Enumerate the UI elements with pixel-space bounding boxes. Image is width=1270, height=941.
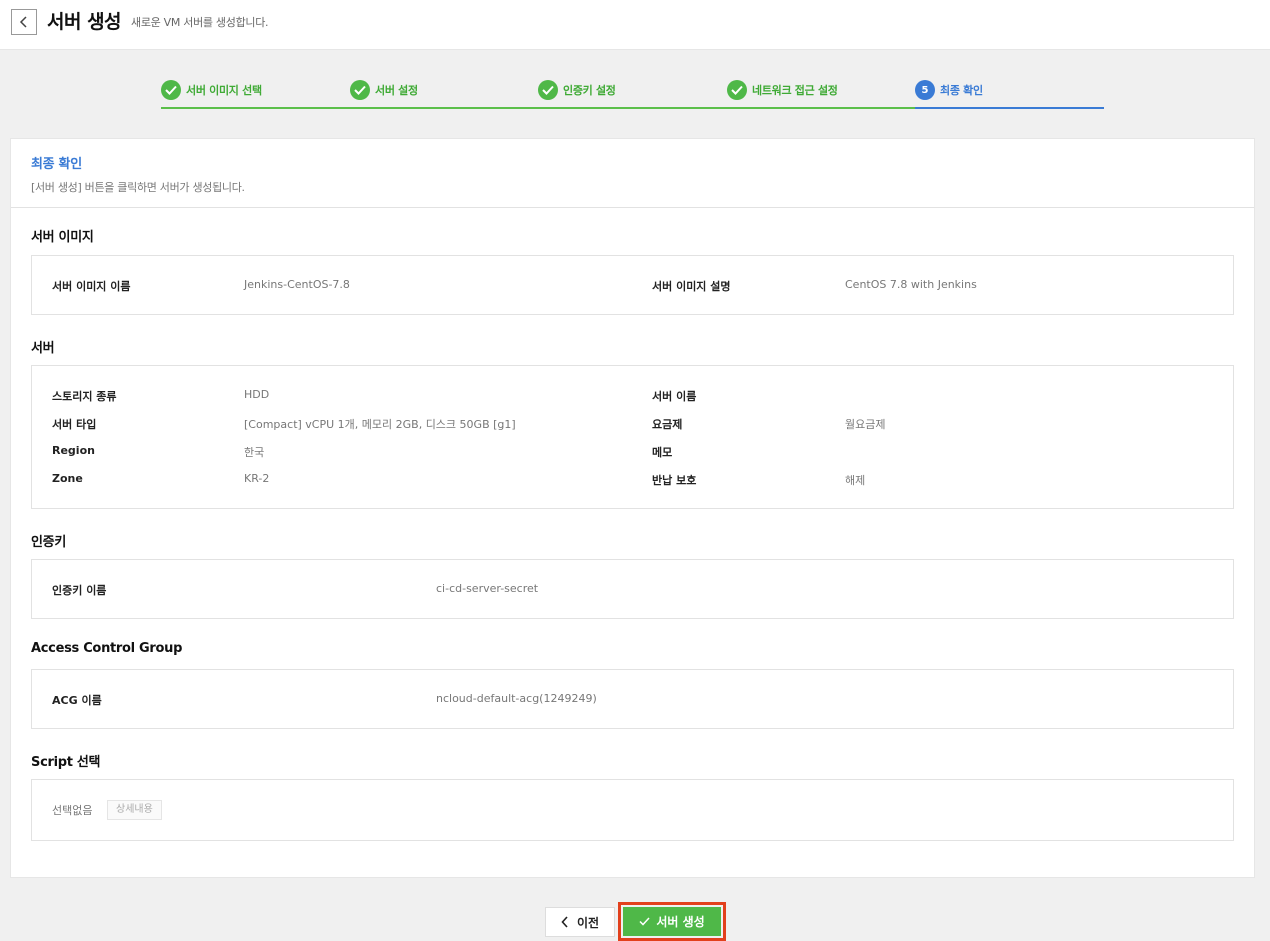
- prev-button-label: 이전: [576, 915, 600, 930]
- page-title: 서버 생성: [47, 11, 122, 33]
- step-number-badge: 5: [915, 80, 935, 100]
- step-label: 서버 설정: [375, 84, 418, 97]
- check-icon: [538, 80, 558, 100]
- storage-type-label: 스토리지 종류: [52, 390, 117, 403]
- plan-value: 월요금제: [845, 418, 886, 431]
- memo-label: 메모: [652, 446, 673, 459]
- chevron-left-icon: [19, 16, 27, 28]
- server-image-name-value: Jenkins-CentOS-7.8: [244, 278, 350, 291]
- acg-name-value: ncloud-default-acg(1249249): [436, 692, 597, 705]
- section-title-server-image: 서버 이미지: [31, 230, 94, 245]
- prev-button[interactable]: 이전: [545, 907, 615, 937]
- check-icon: [639, 917, 650, 926]
- page-subtitle: 새로운 VM 서버를 생성합니다.: [131, 16, 269, 29]
- step-label: 최종 확인: [940, 84, 983, 97]
- step-server-image[interactable]: 서버 이미지 선택: [161, 78, 350, 109]
- auth-key-name-label: 인증키 이름: [52, 584, 107, 597]
- termination-protection-value: 해제: [845, 474, 866, 487]
- section-title-auth-key: 인증키: [31, 535, 66, 550]
- section-title-acg: Access Control Group: [31, 641, 183, 656]
- script-box: 선택없음 상세내용: [31, 779, 1234, 841]
- server-image-desc-label: 서버 이미지 설명: [652, 280, 731, 293]
- termination-protection-label: 반납 보호: [652, 474, 697, 487]
- step-label: 인증키 설정: [563, 84, 616, 97]
- zone-value: KR-2: [244, 472, 270, 485]
- server-type-value: [Compact] vCPU 1개, 메모리 2GB, 디스크 50GB [g1…: [244, 418, 516, 431]
- step-final-confirm[interactable]: 5 최종 확인: [915, 78, 1104, 109]
- check-icon: [161, 80, 181, 100]
- auth-key-box: 인증키 이름 ci-cd-server-secret: [31, 559, 1234, 619]
- step-auth-key[interactable]: 인증키 설정: [538, 78, 727, 109]
- server-name-label: 서버 이름: [652, 390, 697, 403]
- step-label: 서버 이미지 선택: [186, 84, 262, 97]
- server-image-name-label: 서버 이미지 이름: [52, 280, 131, 293]
- create-button-highlight: 서버 생성: [618, 902, 726, 941]
- header-bar: 서버 생성 새로운 VM 서버를 생성합니다.: [0, 0, 1270, 50]
- step-server-settings[interactable]: 서버 설정: [350, 78, 539, 109]
- acg-name-label: ACG 이름: [52, 694, 102, 707]
- create-server-button[interactable]: 서버 생성: [623, 907, 721, 936]
- panel-header: 최종 확인 [서버 생성] 버튼을 클릭하면 서버가 생성됩니다.: [11, 139, 1254, 208]
- panel-title: 최종 확인: [31, 157, 82, 172]
- wizard-stepper: 서버 이미지 선택 서버 설정 인증키 설정 네트워크 접근 설정 5 최종 확…: [161, 78, 1104, 109]
- server-box: 스토리지 종류 HDD 서버 타입 [Compact] vCPU 1개, 메모리…: [31, 365, 1234, 509]
- region-label: Region: [52, 444, 95, 457]
- zone-label: Zone: [52, 472, 83, 485]
- server-image-desc-value: CentOS 7.8 with Jenkins: [845, 278, 977, 291]
- check-icon: [350, 80, 370, 100]
- create-server-label: 서버 생성: [656, 915, 705, 929]
- region-value: 한국: [244, 446, 265, 459]
- script-detail-button[interactable]: 상세내용: [107, 800, 162, 820]
- server-image-box: 서버 이미지 이름 Jenkins-CentOS-7.8 서버 이미지 설명 C…: [31, 255, 1234, 315]
- acg-box: ACG 이름 ncloud-default-acg(1249249): [31, 669, 1234, 729]
- plan-label: 요금제: [652, 418, 683, 431]
- script-value: 선택없음: [52, 804, 93, 817]
- server-type-label: 서버 타입: [52, 418, 97, 431]
- section-title-script: Script 선택: [31, 755, 101, 770]
- step-label: 네트워크 접근 설정: [752, 84, 838, 97]
- storage-type-value: HDD: [244, 388, 270, 401]
- final-confirm-panel: 최종 확인 [서버 생성] 버튼을 클릭하면 서버가 생성됩니다. 서버 이미지…: [10, 138, 1255, 878]
- step-network-access[interactable]: 네트워크 접근 설정: [727, 78, 916, 109]
- back-button[interactable]: [11, 9, 37, 35]
- auth-key-name-value: ci-cd-server-secret: [436, 582, 539, 595]
- check-icon: [727, 80, 747, 100]
- chevron-left-icon: [561, 916, 568, 928]
- section-title-server: 서버: [31, 341, 55, 356]
- panel-description: [서버 생성] 버튼을 클릭하면 서버가 생성됩니다.: [31, 181, 245, 194]
